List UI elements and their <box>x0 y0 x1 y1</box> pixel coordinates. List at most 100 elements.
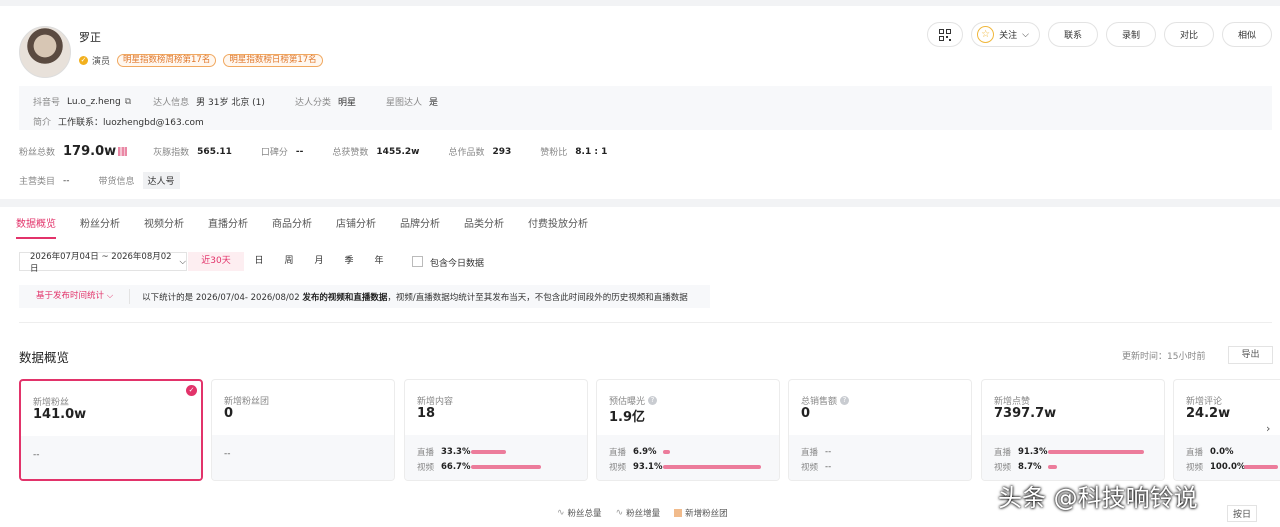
divider <box>19 322 1272 323</box>
check-icon: ✓ <box>186 385 197 396</box>
basis-dropdown[interactable]: 基于发布时间统计 ⌵ <box>19 289 131 304</box>
metric-card-sales[interactable]: 总销售额? 0 直播 -- 视频 -- <box>788 379 972 481</box>
sort-by-day-button[interactable]: 按日 <box>1227 505 1258 522</box>
xingtu-value: 是 <box>428 98 438 108</box>
chip-month[interactable]: 月 <box>304 252 334 271</box>
metric-dash: -- <box>224 449 231 459</box>
stat-value: 1455.2w <box>376 146 420 157</box>
legend-item[interactable]: 新增粉丝团 <box>674 507 728 519</box>
metric-detail: 直播 0.0% 视频 100.0% <box>1174 435 1280 480</box>
live-bar <box>471 450 506 454</box>
top-actions: ☆ 关注 ⌵ 联系 录制 对比 相似 <box>927 22 1272 47</box>
video-row: 视频 -- <box>801 461 831 473</box>
video-label: 视频 <box>994 463 1012 473</box>
star-icon: ☆ <box>977 26 995 43</box>
live-pct: 33.3% <box>441 447 471 457</box>
metric-card-new-fans[interactable]: ✓ 新增粉丝 141.0w -- <box>19 379 203 481</box>
metric-detail: 直播 6.9% 视频 93.1% <box>597 435 779 480</box>
category-row: 主营类目 -- 带货信息 达人号 <box>19 172 180 189</box>
include-today-label: 包含今日数据 <box>430 259 485 269</box>
rank-tag-daily[interactable]: 明星指数榜日榜第17名 <box>223 54 323 67</box>
video-pct: 8.7% <box>1018 462 1042 472</box>
date-range-picker[interactable]: 2026年07月04日 ~ 2026年08月02日 ⌵ <box>19 251 187 274</box>
live-row: 直播 33.3% <box>417 446 576 458</box>
metric-detail: 直播 33.3% 视频 66.7% <box>405 435 587 480</box>
copy-icon[interactable]: ⧉ <box>125 97 131 107</box>
tab-category[interactable]: 品类分析 <box>464 215 504 230</box>
tab-shop[interactable]: 店铺分析 <box>336 215 376 230</box>
rank-tag-weekly[interactable]: 明星指数榜周榜第17名 <box>117 54 217 67</box>
qr-code-icon <box>939 28 952 41</box>
talent-info: 男 31岁 北京 (1) <box>196 98 265 108</box>
video-pct: 93.1% <box>633 462 663 472</box>
profile-name: 罗正 <box>79 31 101 44</box>
quick-range-chips: 近30天 日 周 月 季 年 <box>188 252 394 271</box>
metric-card-new-fan-club[interactable]: 新增粉丝团 0 -- <box>211 379 395 481</box>
notice-pre: 以下统计的是 2026/07/04- 2026/08/02 <box>142 292 303 303</box>
stat-label: 总获赞数 <box>332 148 369 158</box>
tab-live[interactable]: 直播分析 <box>208 215 248 230</box>
douyin-id: Lu.o_z.heng <box>67 96 121 107</box>
qr-code-button[interactable] <box>927 22 964 47</box>
updated-time: 更新时间：15小时前 <box>1122 352 1206 362</box>
tab-paid-ads[interactable]: 付费投放分析 <box>528 215 588 230</box>
chip-year[interactable]: 年 <box>364 252 394 271</box>
chevron-down-icon: ⌵ <box>179 256 186 267</box>
metric-card-new-likes[interactable]: 新增点赞 7397.7w 直播 91.3% 视频 8.7% <box>981 379 1165 481</box>
live-bar <box>663 450 671 454</box>
tab-overview[interactable]: 数据概览 <box>16 215 56 230</box>
follow-label: 关注 <box>999 31 1018 41</box>
tab-brand[interactable]: 品牌分析 <box>400 215 440 230</box>
legend-label: 粉丝增量 <box>626 509 661 519</box>
metric-detail: -- <box>212 435 394 480</box>
avatar[interactable] <box>19 26 71 78</box>
info-row-2: 简介 工作联系：luozhengbd@163.com <box>33 115 234 128</box>
video-row: 视频 66.7% <box>417 461 576 473</box>
metric-detail: 直播 91.3% 视频 8.7% <box>982 435 1164 480</box>
chip-quarter[interactable]: 季 <box>334 252 364 271</box>
legend-item[interactable]: ∿ 粉丝增量 <box>616 507 661 519</box>
profile-card: 罗正 ✓ 演员 明星指数榜周榜第17名 明星指数榜日榜第17名 ☆ 关注 ⌵ 联… <box>0 6 1280 199</box>
legend-item[interactable]: ∿ 粉丝总量 <box>557 507 602 519</box>
live-bar <box>1048 450 1144 454</box>
compare-button[interactable]: 对比 <box>1164 22 1214 47</box>
metric-card-new-comments[interactable]: 新增评论 24.2w 直播 0.0% 视频 100.0% <box>1173 379 1280 481</box>
follow-button[interactable]: ☆ 关注 ⌵ <box>971 22 1040 47</box>
date-range-value: 2026年07月04日 ~ 2026年08月02日 <box>30 251 172 274</box>
metric-card-exposure[interactable]: 预估曝光? 1.9亿 直播 6.9% 视频 93.1% <box>596 379 780 481</box>
stat-label: 总作品数 <box>448 148 485 158</box>
tab-fans[interactable]: 粉丝分析 <box>80 215 120 230</box>
help-icon[interactable]: ? <box>648 396 658 405</box>
stats-row: 粉丝总数 179.0w 灰豚指数 565.11 口碑分 -- 总获赞数 1455… <box>19 144 636 159</box>
stat-value: 8.1 : 1 <box>575 146 608 157</box>
include-today-checkbox[interactable] <box>412 256 423 267</box>
export-button[interactable]: 导出 <box>1228 346 1273 364</box>
contact-button[interactable]: 联系 <box>1048 22 1098 47</box>
live-pct: 6.9% <box>633 447 657 457</box>
metric-detail: 直播 -- 视频 -- <box>789 435 971 480</box>
live-row: 直播 0.0% <box>1186 446 1280 458</box>
chip-30days[interactable]: 近30天 <box>188 252 244 271</box>
basis-label: 基于发布时间统计 <box>36 291 105 301</box>
main-category-value: -- <box>63 175 70 186</box>
chart-bars-icon[interactable] <box>118 147 128 156</box>
notice-post: ，视频/直播数据均统计至其发布当天，不包含此时间段外的历史视频和直播数据 <box>387 292 688 303</box>
chip-day[interactable]: 日 <box>244 252 274 271</box>
similar-button[interactable]: 相似 <box>1222 22 1272 47</box>
chip-week[interactable]: 周 <box>274 252 304 271</box>
tab-goods[interactable]: 商品分析 <box>272 215 312 230</box>
stat-label: 口碑分 <box>260 148 288 158</box>
help-icon[interactable]: ? <box>840 396 850 405</box>
tab-video[interactable]: 视频分析 <box>144 215 184 230</box>
chevron-right-icon[interactable]: › <box>1266 422 1280 436</box>
overview-title: 数据概览 <box>19 350 70 365</box>
record-button[interactable]: 录制 <box>1106 22 1156 47</box>
video-label: 视频 <box>609 463 627 473</box>
metric-card-new-content[interactable]: 新增内容 18 直播 33.3% 视频 66.7% <box>404 379 588 481</box>
video-bar <box>1244 465 1278 469</box>
xingtu-label: 星图达人 <box>385 98 422 108</box>
bio-label: 简介 <box>33 118 52 128</box>
talent-info-label: 达人信息 <box>153 98 190 108</box>
metric-value: 0 <box>801 406 811 421</box>
verified-icon: ✓ <box>79 56 88 65</box>
